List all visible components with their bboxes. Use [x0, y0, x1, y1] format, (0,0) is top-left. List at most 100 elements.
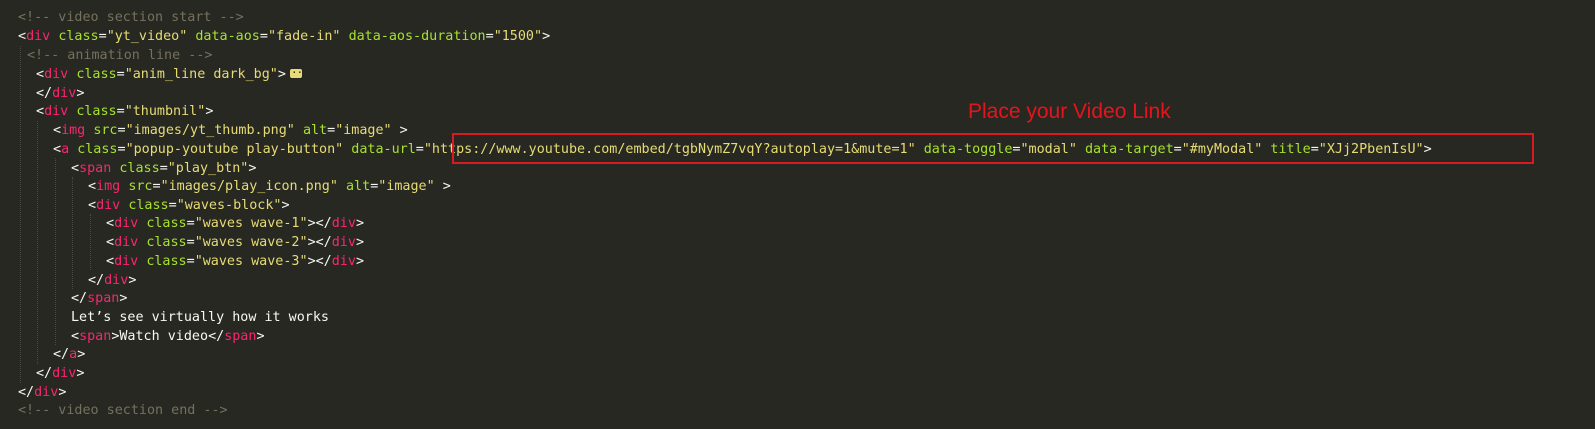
attr-name: src	[93, 123, 118, 138]
code-line[interactable]: <div class="waves wave-1"></div>	[106, 214, 364, 233]
attr-value: "play_btn"	[167, 161, 249, 176]
punct: <	[36, 104, 45, 119]
tag-name: img	[96, 179, 121, 194]
tag-name: div	[44, 104, 69, 119]
punct: </	[18, 385, 35, 400]
attr-name: data-url	[351, 142, 416, 157]
tag-name: div	[26, 29, 51, 44]
code-line[interactable]: </span>	[71, 289, 127, 308]
punct: >	[256, 329, 265, 344]
indent-guide	[37, 121, 38, 364]
tag-name: div	[34, 385, 59, 400]
punct: <	[18, 29, 27, 44]
tag-name: div	[96, 198, 121, 213]
attr-value: "image"	[335, 123, 392, 138]
punct: </	[36, 86, 53, 101]
tag-name: a	[61, 142, 70, 157]
attr-value: "yt_video"	[106, 29, 188, 44]
indent-guide	[72, 177, 73, 289]
tag-name: div	[331, 216, 356, 231]
punct: >	[205, 104, 214, 119]
punct: >	[355, 216, 364, 231]
highlight-box	[452, 133, 1534, 164]
code-line[interactable]: <div class="yt_video" data-aos="fade-in"…	[18, 27, 550, 46]
attr-name: class	[76, 104, 117, 119]
punct: >	[391, 123, 408, 138]
punct: </	[71, 291, 88, 306]
punct: >	[355, 235, 364, 250]
attr-name: class	[128, 198, 169, 213]
punct: ></	[307, 235, 332, 250]
fold-marker-icon[interactable]	[289, 63, 308, 82]
tag-name: div	[114, 254, 139, 269]
code-line[interactable]: <!-- animation line -->	[27, 46, 212, 65]
code-line[interactable]: <div class="waves-block">	[88, 196, 290, 215]
punct: <	[71, 161, 80, 176]
attr-value: "waves wave-2"	[194, 235, 308, 250]
indent-guide	[55, 158, 56, 345]
punct: >	[76, 366, 85, 381]
code-line[interactable]: <div class="anim_line dark_bg">	[36, 63, 308, 84]
punct: <	[88, 198, 97, 213]
attr-name: alt	[346, 179, 371, 194]
punct: <	[53, 123, 62, 138]
code-line[interactable]: </div>	[88, 271, 136, 290]
punct: >	[128, 273, 137, 288]
tag-name: div	[44, 67, 69, 82]
attr-value: "thumbnil"	[124, 104, 206, 119]
code-line[interactable]: <div class="thumbnil">	[36, 102, 213, 121]
code-line[interactable]: <img src="images/play_icon.png" alt="ima…	[88, 177, 451, 196]
attr-name: src	[128, 179, 153, 194]
punct: >	[119, 291, 128, 306]
attr-name: class	[119, 161, 160, 176]
tag-name: div	[331, 235, 356, 250]
attr-name: data-aos-duration	[348, 29, 486, 44]
tag-name: a	[69, 347, 78, 362]
tag-name: div	[52, 86, 77, 101]
code-line[interactable]: <!-- video section start -->	[18, 8, 244, 27]
code-line[interactable]: <div class="waves wave-3"></div>	[106, 252, 364, 271]
attr-value: "fade-in"	[267, 29, 341, 44]
code-line[interactable]: <span class="play_btn">	[71, 159, 256, 178]
code-line[interactable]: <!-- video section end -->	[18, 401, 228, 420]
indent-guide	[90, 214, 91, 270]
attr-name: class	[77, 142, 118, 157]
attr-value: "1500"	[493, 29, 543, 44]
punct: </	[88, 273, 105, 288]
attr-name: data-aos	[195, 29, 260, 44]
code-line[interactable]: <img src="images/yt_thumb.png" alt="imag…	[53, 121, 408, 140]
punct: </	[36, 366, 53, 381]
code-line[interactable]: <div class="waves wave-2"></div>	[106, 233, 364, 252]
attr-name: class	[146, 235, 187, 250]
tag-name: div	[104, 273, 129, 288]
tag-name: span	[79, 161, 112, 176]
tag-name: div	[114, 235, 139, 250]
punct: </	[53, 347, 70, 362]
punct: >	[76, 86, 85, 101]
code-line[interactable]: Let’s see virtually how it works	[71, 308, 329, 327]
attr-name: class	[146, 254, 187, 269]
punct: <	[71, 329, 80, 344]
tag-name: span	[224, 329, 257, 344]
punct: <	[106, 216, 115, 231]
code-line[interactable]: <span>Watch video</span>	[71, 327, 265, 346]
indent-guide	[20, 46, 21, 383]
comment: <!-- animation line -->	[27, 48, 213, 63]
code-line[interactable]: </div>	[36, 364, 84, 383]
attr-name: alt	[302, 123, 328, 138]
attr-name: class	[58, 29, 99, 44]
attr-value: "waves-block"	[176, 198, 282, 213]
attr-value: "waves wave-3"	[194, 254, 308, 269]
punct: <	[53, 142, 62, 157]
attr-name: class	[146, 216, 187, 231]
attr-value: "image"	[378, 179, 435, 194]
code-line[interactable]: </div>	[36, 84, 84, 103]
code-line[interactable]: </div>	[18, 383, 66, 402]
tag-name: div	[331, 254, 356, 269]
punct: >	[355, 254, 364, 269]
code-line[interactable]: </a>	[53, 345, 85, 364]
code-editor[interactable]: <!-- video section start --> <div class=…	[0, 0, 1595, 429]
punct: ></	[307, 254, 332, 269]
tag-name: img	[61, 123, 86, 138]
attr-value: "anim_line dark_bg"	[124, 67, 278, 82]
